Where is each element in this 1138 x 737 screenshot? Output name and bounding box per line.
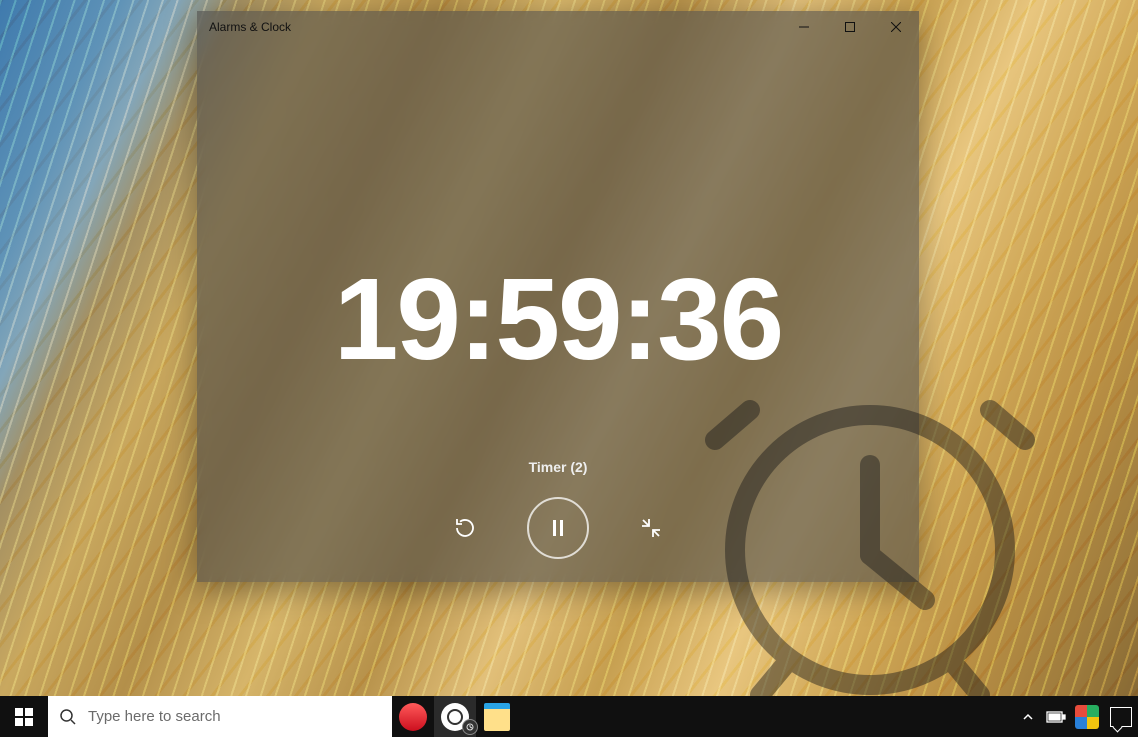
collapse-icon xyxy=(640,517,662,539)
tray-action-center[interactable] xyxy=(1108,707,1134,727)
start-button[interactable] xyxy=(0,696,48,737)
taskbar-search[interactable]: Type here to search xyxy=(48,696,392,737)
tray-battery[interactable] xyxy=(1046,707,1066,727)
action-center-icon xyxy=(1110,707,1132,727)
timer-controls xyxy=(197,497,919,559)
taskbar-app-yandex[interactable] xyxy=(434,696,476,737)
file-explorer-icon xyxy=(484,703,510,731)
reset-icon xyxy=(453,516,477,540)
battery-icon xyxy=(1046,711,1066,723)
tray-expand-button[interactable] xyxy=(1018,707,1038,727)
pause-icon xyxy=(550,519,566,537)
maximize-button[interactable] xyxy=(827,11,873,43)
chevron-up-icon xyxy=(1022,711,1034,723)
collapse-button[interactable] xyxy=(635,512,667,544)
puzzle-icon xyxy=(1075,705,1099,729)
close-button[interactable] xyxy=(873,11,919,43)
windows-logo-icon xyxy=(15,708,33,726)
search-placeholder: Type here to search xyxy=(88,708,221,725)
taskbar-app-file-explorer[interactable] xyxy=(476,696,518,737)
taskbar: Type here to search xyxy=(0,696,1138,737)
minimize-icon xyxy=(799,22,809,32)
reset-button[interactable] xyxy=(449,512,481,544)
desktop-background: Alarms & Clock 19:59:36 Timer (2) xyxy=(0,0,1138,737)
opera-icon xyxy=(399,703,427,731)
close-icon xyxy=(891,22,901,32)
minimize-button[interactable] xyxy=(781,11,827,43)
timer-name-label: Timer (2) xyxy=(197,459,919,475)
maximize-icon xyxy=(845,22,855,32)
window-title: Alarms & Clock xyxy=(197,20,291,34)
alarms-clock-window: Alarms & Clock 19:59:36 Timer (2) xyxy=(197,11,919,582)
timer-time-display: 19:59:36 xyxy=(197,261,919,377)
window-titlebar[interactable]: Alarms & Clock xyxy=(197,11,919,43)
system-tray xyxy=(1018,707,1138,727)
tray-updates[interactable] xyxy=(1074,707,1100,727)
search-icon xyxy=(48,708,88,726)
pause-button[interactable] xyxy=(527,497,589,559)
taskbar-app-opera[interactable] xyxy=(392,696,434,737)
